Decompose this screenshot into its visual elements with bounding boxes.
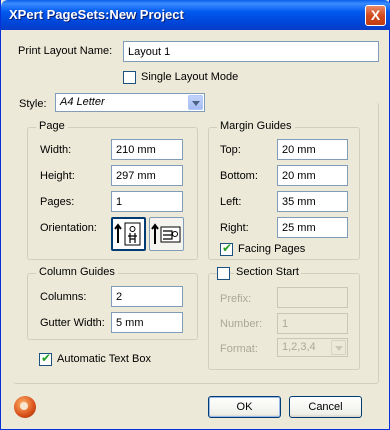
margin-guides-title: Margin Guides: [217, 120, 295, 132]
prefix-label: Prefix:: [220, 293, 252, 305]
width-input[interactable]: [111, 139, 183, 160]
facing-pages-label: Facing Pages: [238, 243, 306, 255]
single-layout-label: Single Layout Mode: [141, 71, 239, 83]
margin-left-label: Left:: [220, 196, 242, 208]
page-group-title: Page: [36, 120, 68, 132]
section-start-checkbox[interactable]: [217, 267, 230, 280]
number-input[interactable]: [277, 313, 348, 334]
margin-top-label: Top:: [220, 144, 241, 156]
format-label: Format:: [220, 343, 258, 355]
prefix-input[interactable]: [277, 287, 348, 308]
checkmark-icon: ✔: [41, 351, 52, 365]
ok-button[interactable]: OK: [208, 396, 281, 418]
margin-right-input[interactable]: [277, 217, 348, 238]
automatic-text-box-checkbox[interactable]: ✔: [39, 351, 52, 366]
orientation-label: Orientation:: [40, 222, 97, 234]
margin-bottom-label: Bottom:: [220, 170, 258, 182]
help-icon[interactable]: [14, 396, 36, 418]
columns-input[interactable]: [111, 286, 183, 307]
margin-left-input[interactable]: [277, 191, 348, 212]
format-select[interactable]: 1,2,3,4: [277, 338, 348, 357]
facing-pages-checkbox[interactable]: ✔: [220, 241, 233, 256]
portrait-icon: [114, 222, 141, 246]
checkmark-icon: ✔: [222, 241, 233, 255]
margin-right-label: Right:: [220, 222, 249, 234]
height-input[interactable]: [111, 165, 183, 186]
column-guides-title: Column Guides: [36, 266, 118, 278]
pages-input[interactable]: [111, 191, 183, 212]
landscape-orientation-button[interactable]: [149, 217, 184, 251]
margin-bottom-input[interactable]: [277, 165, 348, 186]
gutter-width-input[interactable]: [111, 312, 183, 333]
landscape-icon: [151, 223, 181, 244]
automatic-text-box-label: Automatic Text Box: [57, 353, 151, 365]
ok-button-label: OK: [236, 401, 253, 413]
section-start-title: Section Start: [234, 266, 301, 278]
layout-name-input[interactable]: [123, 41, 379, 62]
columns-label: Columns:: [40, 291, 87, 303]
cancel-button[interactable]: Cancel: [289, 396, 362, 418]
height-label: Height:: [40, 170, 75, 182]
close-button[interactable]: X: [365, 5, 386, 26]
dialog-window: XPert PageSets:New Project X Print Layou…: [0, 0, 390, 430]
single-layout-checkbox[interactable]: [123, 71, 136, 84]
cancel-button-label: Cancel: [308, 401, 343, 413]
format-select-value: 1,2,3,4: [282, 341, 316, 353]
layout-name-label: Print Layout Name:: [18, 45, 113, 57]
width-label: Width:: [40, 144, 72, 156]
chevron-down-icon[interactable]: [331, 340, 346, 355]
portrait-orientation-button[interactable]: [111, 217, 146, 251]
title-bar[interactable]: XPert PageSets:New Project X: [1, 0, 390, 30]
pages-label: Pages:: [40, 196, 75, 208]
close-icon: X: [370, 7, 381, 23]
margin-top-input[interactable]: [277, 139, 348, 160]
window-title: XPert PageSets:New Project: [9, 7, 184, 22]
gutter-width-label: Gutter Width:: [40, 317, 105, 329]
number-label: Number:: [220, 318, 263, 330]
